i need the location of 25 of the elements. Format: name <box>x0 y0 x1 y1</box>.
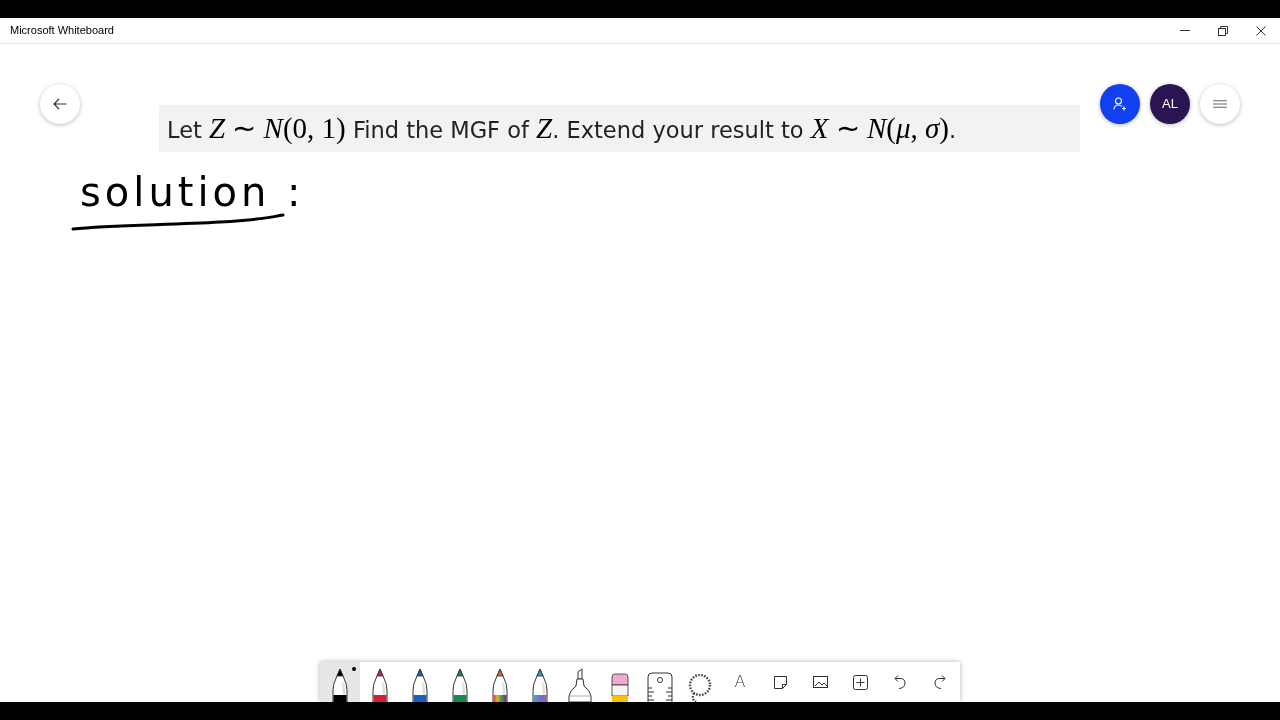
text-tool[interactable]: A <box>720 662 760 702</box>
pen-tool[interactable] <box>360 662 400 702</box>
user-avatar[interactable]: AL <box>1150 84 1190 124</box>
redo-icon <box>934 675 946 689</box>
pen-icon <box>491 668 509 702</box>
minimize-icon <box>1180 30 1190 31</box>
back-arrow-icon <box>53 98 67 110</box>
pen-icon <box>531 668 549 702</box>
highlighter-icon <box>568 668 592 702</box>
close-icon <box>1256 25 1266 36</box>
handwritten-text: solution : <box>80 172 305 212</box>
eraser-icon <box>611 673 629 702</box>
lasso-icon <box>688 674 712 702</box>
ruler-icon <box>647 672 673 702</box>
plus-box-icon <box>852 674 868 690</box>
question-text: Let Z ∼ N(0, 1) Find the MGF of Z. Extend your result to X ∼ N(μ, σ). <box>167 114 957 143</box>
pen-tool[interactable] <box>320 662 360 702</box>
restore-icon <box>1218 25 1228 36</box>
share-button[interactable] <box>1100 84 1140 124</box>
note-icon <box>773 675 787 689</box>
add-person-icon <box>1113 97 1127 111</box>
menu-icon <box>1213 100 1227 108</box>
undo-icon <box>894 675 906 689</box>
window-title: Microsoft Whiteboard <box>10 23 114 39</box>
image-icon <box>812 676 828 688</box>
